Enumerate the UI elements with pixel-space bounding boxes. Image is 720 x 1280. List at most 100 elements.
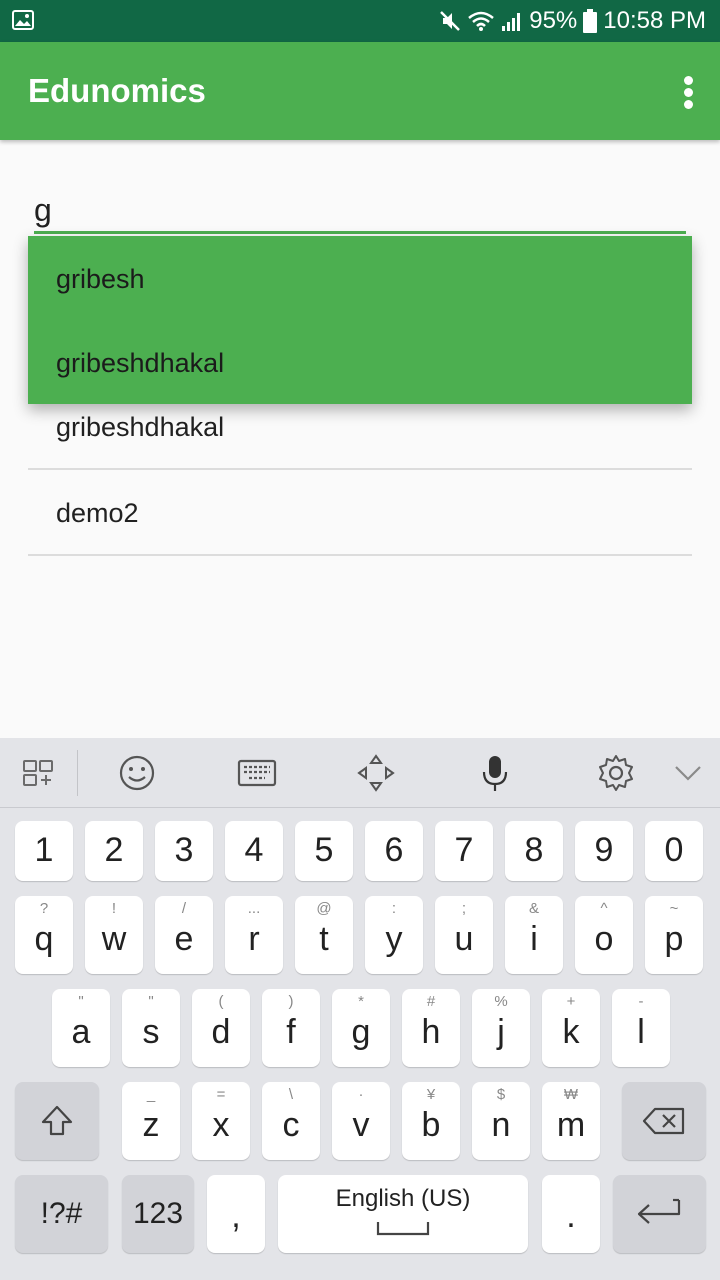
key-n[interactable]: $ n: [472, 1082, 530, 1160]
key-label: z: [142, 1106, 160, 1144]
key-i[interactable]: & i: [505, 896, 563, 974]
suggestion-label: gribeshdhakal: [56, 348, 225, 378]
key-hint: !: [111, 900, 117, 917]
screen: 95% 10:58 PM Edunomics g gribeshdhakal d…: [0, 0, 720, 1280]
key-label: t: [319, 920, 329, 958]
apps-icon[interactable]: [20, 753, 60, 793]
key-j[interactable]: % j: [472, 989, 530, 1067]
symbols-key[interactable]: !?#: [15, 1175, 108, 1253]
key-k[interactable]: + k: [542, 989, 600, 1067]
numbers-mode-key[interactable]: 123: [122, 1175, 194, 1253]
key-0[interactable]: 0: [645, 821, 703, 881]
keyboard-icon[interactable]: [237, 753, 277, 793]
suggestion-item[interactable]: gribeshdhakal: [28, 320, 692, 404]
key-2[interactable]: 2: [85, 821, 143, 881]
key-label: i: [530, 920, 538, 958]
key-9[interactable]: 9: [575, 821, 633, 881]
key-label: 9: [594, 831, 614, 869]
key-s[interactable]: " s: [122, 989, 180, 1067]
key-m[interactable]: ₩ m: [542, 1082, 600, 1160]
key-hint: &: [528, 900, 539, 917]
key-hint: #: [426, 993, 436, 1010]
key-l[interactable]: -l: [612, 989, 670, 1067]
key-y[interactable]: :y: [365, 896, 423, 974]
key-e[interactable]: / e: [155, 896, 213, 974]
key-hint: ·: [358, 1086, 364, 1103]
key-label: e: [174, 920, 194, 958]
key-label: 123: [132, 1197, 184, 1230]
key-c[interactable]: \ c: [262, 1082, 320, 1160]
key-hint: ^: [600, 900, 608, 917]
key-q[interactable]: ? q: [15, 896, 73, 974]
key-hint: $: [496, 1086, 506, 1103]
key-label: s: [142, 1013, 160, 1051]
key-hint: ?: [39, 900, 49, 917]
key-4[interactable]: 4: [225, 821, 283, 881]
list-item-label: gribeshdhakal: [56, 412, 225, 442]
key-hint: +: [566, 993, 576, 1010]
key-hint: ": [148, 993, 154, 1010]
key-b[interactable]: ¥ b: [402, 1082, 460, 1160]
key-u[interactable]: ; u: [435, 896, 493, 974]
enter-key[interactable]: [613, 1175, 706, 1253]
key-w[interactable]: ! w: [85, 896, 143, 974]
key-1[interactable]: 1: [15, 821, 73, 881]
space-icon: [376, 1222, 430, 1236]
mic-icon[interactable]: [475, 753, 515, 793]
key-label: !?#: [40, 1197, 83, 1230]
key-hint: (: [218, 993, 224, 1010]
key-label: y: [385, 920, 403, 958]
suggestion-item[interactable]: gribesh: [28, 236, 692, 320]
comma-key[interactable]: ,: [207, 1175, 265, 1253]
key-g[interactable]: * g: [332, 989, 390, 1067]
key-hint: ;: [461, 900, 467, 917]
key-label: 5: [314, 831, 334, 869]
key-3[interactable]: 3: [155, 821, 213, 881]
key-x[interactable]: = x: [192, 1082, 250, 1160]
key-label: English (US): [335, 1185, 471, 1212]
enter-icon: [637, 1198, 681, 1224]
period-key[interactable]: .: [542, 1175, 600, 1253]
key-a[interactable]: " a: [52, 989, 110, 1067]
key-hint: ...: [247, 900, 261, 917]
key-z[interactable]: _ z: [122, 1082, 180, 1160]
battery-percent: 95%: [529, 7, 578, 34]
cursor-move-icon[interactable]: [356, 753, 396, 793]
chevron-down-icon[interactable]: [668, 753, 708, 793]
backspace-key[interactable]: [622, 1082, 706, 1160]
battery-icon: [583, 9, 598, 33]
shift-key[interactable]: [15, 1082, 99, 1160]
key-p[interactable]: ~ p: [645, 896, 703, 974]
overflow-menu-icon[interactable]: [682, 76, 694, 109]
key-label: 1: [34, 831, 54, 869]
key-h[interactable]: # h: [402, 989, 460, 1067]
key-label: a: [71, 1013, 91, 1051]
key-label: l: [637, 1013, 645, 1051]
key-7[interactable]: 7: [435, 821, 493, 881]
key-hint: =: [216, 1086, 226, 1103]
app-title: Edunomics: [28, 72, 206, 109]
key-label: 8: [524, 831, 544, 869]
key-8[interactable]: 8: [505, 821, 563, 881]
suggestion-label: gribesh: [56, 264, 145, 294]
key-label: ,: [231, 1197, 241, 1235]
search-input[interactable]: g: [34, 180, 686, 234]
key-t[interactable]: @ t: [295, 896, 353, 974]
shift-icon: [41, 1105, 73, 1136]
key-label: h: [421, 1013, 441, 1051]
key-d[interactable]: (d: [192, 989, 250, 1067]
key-v[interactable]: · v: [332, 1082, 390, 1160]
key-f[interactable]: ) f: [262, 989, 320, 1067]
key-label: 7: [454, 831, 474, 869]
space-key[interactable]: English (US): [278, 1175, 528, 1253]
key-label: g: [351, 1013, 371, 1051]
key-r[interactable]: ... r: [225, 896, 283, 974]
key-5[interactable]: 5: [295, 821, 353, 881]
key-hint: _: [146, 1086, 156, 1103]
settings-icon[interactable]: [596, 753, 636, 793]
key-6[interactable]: 6: [365, 821, 423, 881]
key-label: .: [566, 1197, 576, 1235]
key-o[interactable]: ^ o: [575, 896, 633, 974]
list-item[interactable]: demo2: [28, 470, 692, 556]
emoji-icon[interactable]: [117, 753, 157, 793]
